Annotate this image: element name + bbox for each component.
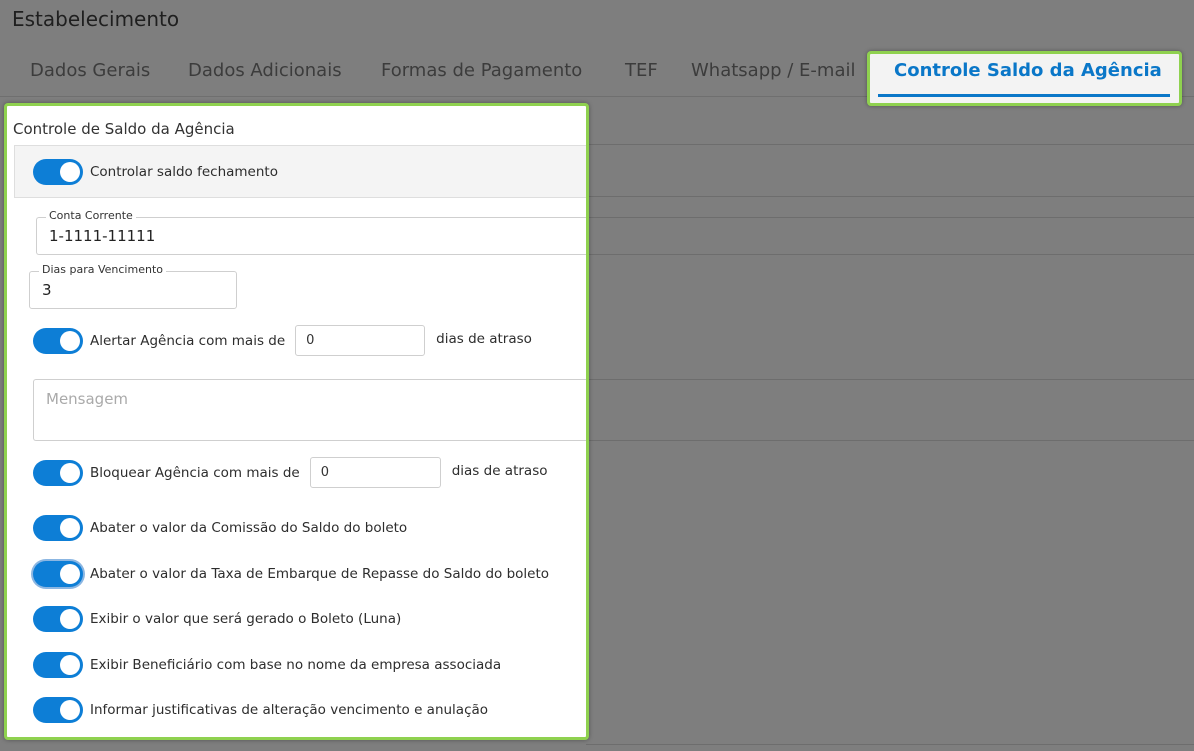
dias-vencimento-label: Dias para Vencimento — [39, 263, 166, 276]
toggle-row-boleto: Exibir o valor que será gerado o Boleto … — [33, 606, 401, 632]
alertar-dias-input[interactable]: 0 — [295, 325, 426, 356]
bloquear-dias-input[interactable]: 0 — [309, 457, 441, 488]
tab-dados-gerais[interactable]: Dados Gerais — [30, 60, 150, 81]
controlar-saldo-toggle[interactable] — [33, 159, 83, 185]
dias-vencimento-value: 3 — [42, 281, 52, 299]
active-tab-indicator — [878, 94, 1170, 97]
toggle-row-comissao: Abater o valor da Comissão do Saldo do b… — [33, 515, 407, 541]
exibir-beneficiario-toggle[interactable] — [33, 652, 83, 678]
informar-justificativas-toggle[interactable] — [33, 697, 83, 723]
tab-whatsapp-email[interactable]: Whatsapp / E-mail — [691, 60, 856, 81]
panel-title: Controle de Saldo da Agência — [13, 120, 235, 138]
alertar-suffix: dias de atraso — [436, 331, 532, 347]
alertar-label: Alertar Agência com mais de — [90, 332, 286, 349]
conta-corrente-field[interactable]: Conta Corrente 1-1111-11111 — [36, 209, 586, 255]
toggle-row-justificativas: Informar justificativas de alteração ven… — [33, 697, 488, 723]
controlar-saldo-label: Controlar saldo fechamento — [90, 164, 278, 180]
tab-formas-de-pagamento[interactable]: Formas de Pagamento — [381, 60, 582, 81]
abater-taxa-label: Abater o valor da Taxa de Embarque de Re… — [90, 566, 550, 582]
alertar-row: Alertar Agência com mais de 0 dias de at… — [33, 325, 532, 356]
controle-saldo-panel: Controle de Saldo da Agência Controlar s… — [4, 103, 589, 740]
mensagem-placeholder: Mensagem — [46, 390, 129, 408]
controlar-saldo-row: Controlar saldo fechamento — [33, 159, 278, 185]
bloquear-label: Bloquear Agência com mais de — [90, 464, 300, 481]
bloquear-suffix: dias de atraso — [451, 463, 548, 479]
conta-corrente-label: Conta Corrente — [46, 209, 136, 222]
abater-comissao-toggle[interactable] — [33, 515, 83, 541]
dias-vencimento-field[interactable]: Dias para Vencimento 3 — [29, 263, 237, 309]
conta-corrente-value: 1-1111-11111 — [49, 227, 156, 245]
tab-controle-saldo-agencia[interactable]: Controle Saldo da Agência — [867, 51, 1182, 106]
toggle-row-taxa: Abater o valor da Taxa de Embarque de Re… — [33, 561, 549, 587]
exibir-beneficiario-label: Exibir Beneficiário com base no nome da … — [90, 657, 502, 673]
bloquear-toggle[interactable] — [33, 459, 83, 486]
informar-justificativas-label: Informar justificativas de alteração ven… — [90, 702, 489, 718]
alertar-toggle[interactable] — [33, 327, 83, 354]
exibir-boleto-label: Exibir o valor que será gerado o Boleto … — [90, 611, 402, 627]
bloquear-row: Bloquear Agência com mais de 0 dias de a… — [33, 457, 547, 488]
abater-taxa-toggle[interactable] — [33, 561, 83, 587]
abater-comissao-label: Abater o valor da Comissão do Saldo do b… — [90, 520, 408, 536]
tab-tef[interactable]: TEF — [625, 60, 658, 81]
tab-controle-saldo-agencia-label: Controle Saldo da Agência — [894, 60, 1162, 81]
exibir-boleto-toggle[interactable] — [33, 606, 83, 632]
mensagem-textarea[interactable]: Mensagem — [33, 379, 586, 441]
page-title: Estabelecimento — [12, 7, 180, 31]
toggle-row-beneficiario: Exibir Beneficiário com base no nome da … — [33, 652, 501, 678]
tab-dados-adicionais[interactable]: Dados Adicionais — [188, 60, 342, 81]
